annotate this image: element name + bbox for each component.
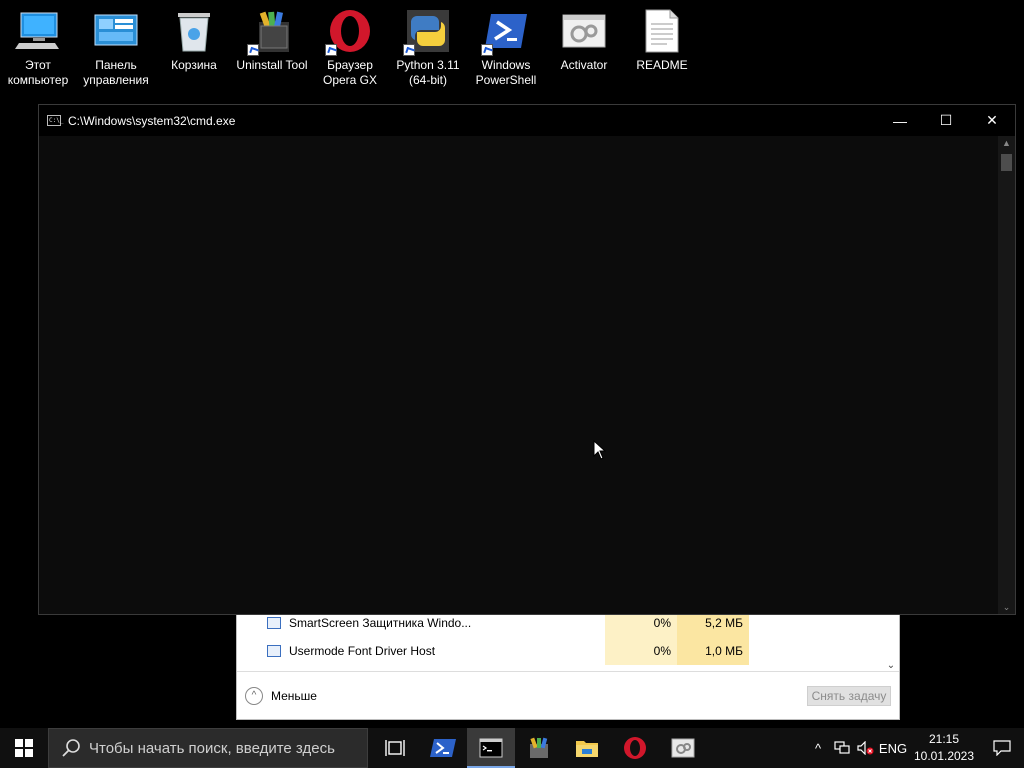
desktop-icon-label: Activator — [560, 58, 608, 72]
taskbar-activator[interactable] — [659, 728, 707, 768]
volume-muted-icon[interactable] — [854, 728, 878, 768]
desktop-icon-readme[interactable]: README — [624, 6, 700, 73]
desktop-icon-recycle-bin[interactable]: Корзина — [156, 6, 232, 73]
activator-icon — [671, 738, 695, 758]
language-indicator[interactable]: ENG — [878, 728, 908, 768]
computer-icon — [13, 6, 63, 56]
clock-time: 21:15 — [928, 732, 960, 746]
cmd-console-area[interactable] — [39, 136, 998, 614]
process-memory: 1,0 МБ — [677, 637, 749, 665]
shortcut-arrow-icon — [403, 44, 415, 56]
search-placeholder: Чтобы начать поиск, введите здесь — [89, 739, 335, 757]
process-name: SmartScreen Защитника Windo... — [289, 616, 472, 630]
window-controls: — ☐ ✕ — [877, 105, 1015, 136]
desktop-icon-label: README — [636, 58, 688, 72]
search-icon — [62, 739, 80, 757]
desktop-icon-powershell[interactable]: Windows PowerShell — [468, 6, 544, 88]
cmd-icon — [479, 738, 503, 758]
taskbar-cmd[interactable] — [467, 728, 515, 768]
task-manager-footer: ^ Меньше Снять задачу — [237, 671, 899, 719]
desktop-icon-label: Windows PowerShell — [475, 58, 537, 87]
cmd-title-bar[interactable]: C:\_ C:\Windows\system32\cmd.exe — [39, 105, 1015, 136]
minimize-button[interactable]: — — [877, 105, 923, 136]
desktop-icon-label: Python 3.11 (64-bit) — [396, 58, 460, 87]
taskbar-file-explorer[interactable] — [563, 728, 611, 768]
task-manager-window[interactable]: SmartScreen Защитника Windo... 0% 5,2 МБ… — [236, 608, 900, 720]
desktop-icon-label: Панель управления — [83, 58, 149, 87]
chevron-up-icon[interactable]: ^ — [806, 728, 830, 768]
desktop-icon-this-pc[interactable]: Этот компьютер — [0, 6, 76, 88]
cmd-window[interactable]: C:\_ C:\Windows\system32\cmd.exe — ☐ ✕ ▲… — [38, 104, 1016, 615]
text-file-icon — [637, 6, 687, 56]
desktop-icon-label: Браузер Opera GX — [322, 58, 378, 87]
desktop-icon-control-panel[interactable]: Панель управления — [78, 6, 154, 88]
desktop-icon-uninstall-tool[interactable]: Uninstall Tool — [234, 6, 310, 73]
notification-center-button[interactable] — [980, 728, 1024, 768]
task-manager-scrollbar[interactable]: ⌄ — [883, 609, 899, 673]
chevron-up-icon[interactable]: ^ — [245, 686, 263, 705]
desktop-icon-label: Этот компьютер — [7, 58, 69, 87]
maximize-button[interactable]: ☐ — [923, 105, 969, 136]
desktop-icon-python[interactable]: Python 3.11 (64-bit) — [390, 6, 466, 88]
process-icon — [267, 617, 281, 629]
windows-logo-icon — [15, 739, 33, 757]
powershell-icon — [430, 739, 456, 757]
cmd-scrollbar[interactable]: ▲ ⌄ — [998, 136, 1015, 614]
shortcut-arrow-icon — [247, 44, 259, 56]
fewer-details-link[interactable]: Меньше — [271, 689, 317, 703]
table-row[interactable]: Usermode Font Driver Host 0% 1,0 МБ — [237, 637, 885, 665]
chevron-down-icon[interactable]: ⌄ — [883, 660, 899, 671]
chevron-down-icon[interactable]: ⌄ — [998, 600, 1015, 614]
search-box[interactable]: Чтобы начать поиск, введите здесь — [48, 728, 368, 768]
python-icon — [403, 6, 453, 56]
task-view-icon — [385, 740, 405, 756]
chevron-up-icon[interactable]: ▲ — [998, 136, 1015, 150]
control-panel-icon — [91, 6, 141, 56]
process-icon — [267, 645, 281, 657]
network-icon[interactable] — [830, 728, 854, 768]
desktop-icon-opera-gx[interactable]: Браузер Opera GX — [312, 6, 388, 88]
clock[interactable]: 21:15 10.01.2023 — [908, 731, 980, 765]
opera-icon — [624, 737, 646, 759]
scrollbar-thumb[interactable] — [1001, 154, 1012, 171]
notification-icon — [993, 740, 1011, 756]
taskbar-powershell[interactable] — [419, 728, 467, 768]
cmd-window-title: C:\Windows\system32\cmd.exe — [68, 113, 236, 128]
task-view-button[interactable] — [371, 728, 419, 768]
close-button[interactable]: ✕ — [969, 105, 1015, 136]
shortcut-arrow-icon — [325, 44, 337, 56]
taskbar-winrar[interactable] — [515, 728, 563, 768]
start-button[interactable] — [0, 728, 48, 768]
end-task-button[interactable]: Снять задачу — [807, 686, 891, 706]
powershell-icon — [481, 6, 531, 56]
taskbar-opera[interactable] — [611, 728, 659, 768]
process-name: Usermode Font Driver Host — [289, 644, 436, 658]
desktop-icon-label: Корзина — [171, 58, 217, 72]
recycle-bin-icon — [169, 6, 219, 56]
desktop-icon-label: Uninstall Tool — [236, 58, 308, 72]
shortcut-arrow-icon — [481, 44, 493, 56]
file-explorer-icon — [576, 741, 598, 757]
clock-date: 10.01.2023 — [913, 749, 975, 763]
activator-icon — [559, 6, 609, 56]
uninstall-tool-icon — [247, 6, 297, 56]
mouse-cursor-icon — [593, 440, 607, 460]
winrar-icon — [530, 737, 548, 758]
cmd-icon: C:\_ — [47, 115, 64, 126]
taskbar: Чтобы начать поиск, введите здесь ^ ENG … — [0, 728, 1024, 768]
process-cpu: 0% — [605, 637, 677, 665]
desktop-icon-activator[interactable]: Activator — [546, 6, 622, 73]
system-tray: ^ ENG 21:15 10.01.2023 — [806, 728, 1024, 768]
opera-icon — [325, 6, 375, 56]
